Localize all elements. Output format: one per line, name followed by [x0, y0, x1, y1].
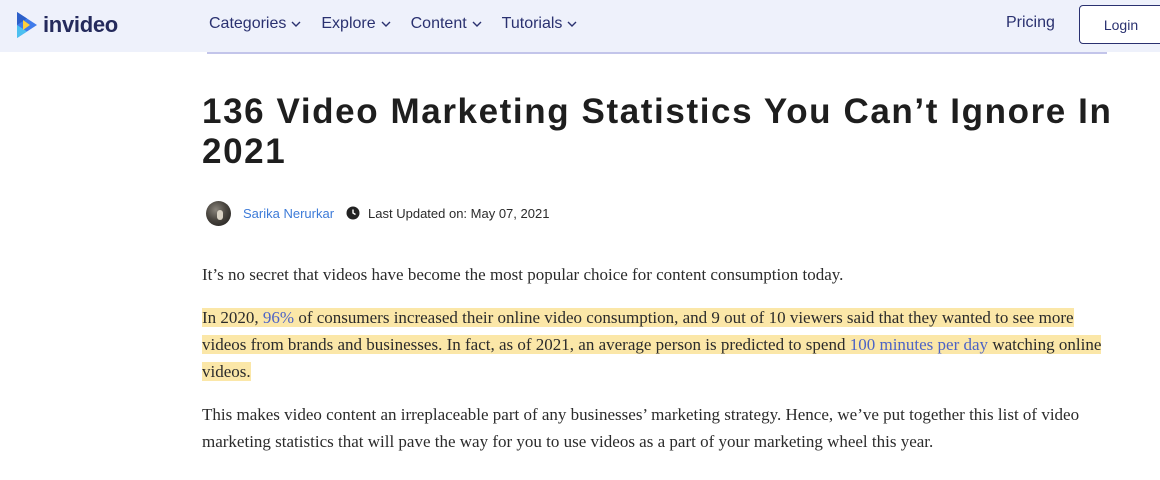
stat-link-96-percent[interactable]: 96% [263, 308, 294, 327]
article-title: 136 Video Marketing Statistics You Can’t… [202, 92, 1113, 171]
author-link[interactable]: Sarika Nerurkar [243, 206, 334, 221]
nav-label: Content [410, 15, 467, 32]
body-paragraph: This makes video content an irreplaceabl… [202, 405, 1080, 451]
intro-paragraph: It’s no secret that videos have become t… [202, 265, 844, 284]
clock-icon [346, 206, 360, 220]
invideo-logo-icon [17, 12, 37, 38]
main-nav: Categories Explore Content Tutorials [209, 14, 597, 34]
header-divider [207, 52, 1107, 54]
nav-label: Explore [321, 15, 376, 32]
article-meta: Sarika Nerurkar Last Updated on: May 07,… [206, 200, 549, 226]
nav-label: Tutorials [501, 15, 563, 32]
chevron-down-icon [381, 21, 391, 27]
chevron-down-icon [472, 21, 482, 27]
text-segment: In 2020, [202, 308, 263, 327]
highlight: In 2020, 96% of consumers increased thei… [202, 308, 1102, 381]
nav-content[interactable]: Content [411, 15, 482, 33]
login-button[interactable]: Login [1079, 5, 1160, 44]
chevron-down-icon [291, 21, 301, 27]
chevron-down-icon [567, 21, 577, 27]
stat-link-100-minutes[interactable]: 100 minutes per day [850, 335, 988, 354]
nav-explore[interactable]: Explore [321, 15, 391, 33]
nav-tutorials[interactable]: Tutorials [502, 15, 578, 33]
author-avatar [206, 200, 231, 226]
nav-label: Categories [209, 15, 287, 32]
invideo-logo[interactable]: invideo [14, 10, 118, 40]
site-header: invideo Categories Explore Content Tutor… [0, 0, 1160, 52]
logo-text: invideo [43, 12, 118, 37]
highlighted-paragraph: In 2020, 96% of consumers increased thei… [202, 304, 1122, 385]
last-updated: Last Updated on: May 07, 2021 [368, 205, 550, 221]
pricing-link[interactable]: Pricing [1006, 14, 1055, 32]
nav-categories[interactable]: Categories [209, 15, 301, 33]
